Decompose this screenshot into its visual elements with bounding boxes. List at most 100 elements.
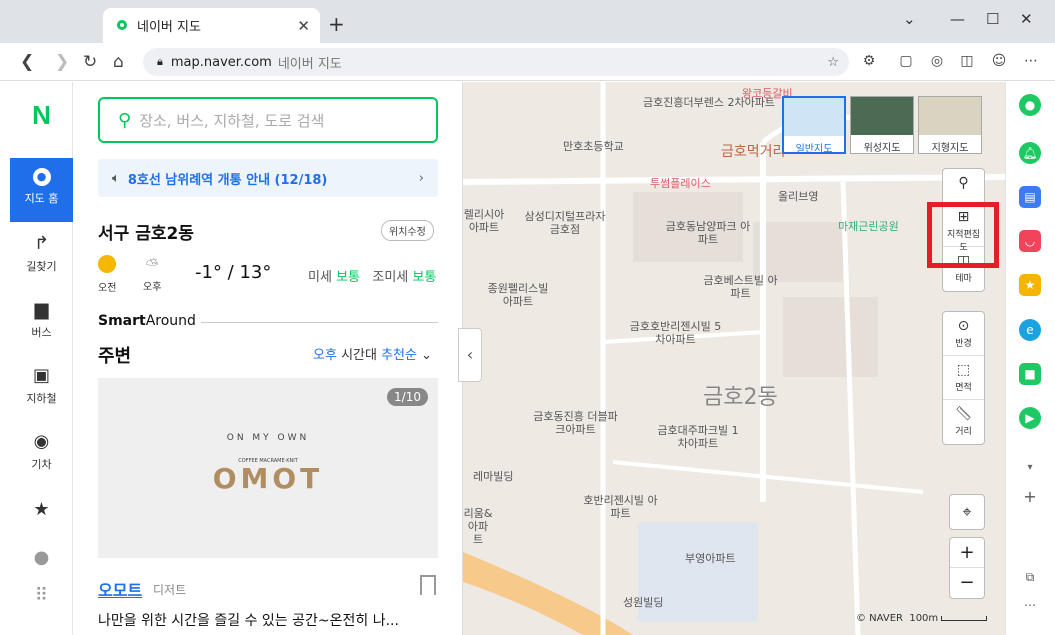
bus-icon: ▆ [34, 299, 49, 320]
map-label[interactable]: 투썸플레이스 [650, 177, 711, 190]
url-bar[interactable]: 🔒︎ map.naver.com 네이버 지도 ☆ [143, 48, 849, 76]
tool-area[interactable]: ⬚ 면적 [943, 356, 984, 400]
map-label[interactable]: 호반리젠시빌 아파트 [583, 494, 658, 520]
minimize-icon[interactable]: — [950, 10, 965, 28]
shopping-bag-icon[interactable]: ▤ [1019, 186, 1041, 208]
map-label[interactable]: 금호동남양파크 아파트 [663, 220, 753, 246]
star-app-icon[interactable]: ★ [1019, 274, 1041, 296]
zoom-in-button[interactable]: + [950, 538, 984, 568]
nav-item-map-home[interactable]: ● 지도 홈 [10, 158, 73, 222]
map-label[interactable]: 삼성디지털프라자 금호점 [520, 210, 610, 236]
add-icon[interactable]: + [1019, 486, 1041, 508]
forward-icon[interactable]: ❯ [55, 52, 69, 72]
nav-item-favorites[interactable]: ★ [10, 494, 73, 524]
notice-banner[interactable]: 🔈︎ 8호선 남위례역 개통 안내 (12/18) › [98, 159, 438, 197]
place-description: 나만을 위한 시간을 즐길 수 있는 공간~온전히 나... [98, 613, 399, 629]
temp-high: 13° [239, 262, 272, 283]
profile-icon[interactable]: ☺ [990, 53, 1008, 71]
screenshot-icon[interactable]: ◎ [928, 53, 946, 71]
sort-mid: 시간대 [341, 348, 377, 363]
browser-sidebar: ● 🔔︎ ▤ ◡ ★ e ■ ▶ ▾ + ⧉ ⋯ [1005, 82, 1055, 635]
map-label[interactable]: 리움& 아파트 [463, 507, 493, 546]
more-options-icon[interactable]: ⋯ [1019, 594, 1041, 616]
map-label[interactable]: 올리브영 [778, 190, 818, 203]
map-label[interactable]: 금호대주파크빌 1차아파트 [653, 424, 743, 450]
window-close-icon[interactable]: ✕ [1020, 10, 1033, 28]
new-tab-icon[interactable]: + [328, 12, 345, 36]
map-label[interactable]: 렐리시아 아파트 [463, 208, 505, 234]
nav-item-directions[interactable]: ↱ 길찾기 [10, 224, 73, 288]
open-external-icon[interactable]: ⧉ [1019, 566, 1041, 588]
close-tab-icon[interactable]: ✕ [297, 17, 310, 35]
chevron-down-icon[interactable]: ▾ [1019, 457, 1041, 479]
user-icon: ● [33, 547, 50, 568]
home-icon[interactable]: ⌂ [113, 52, 124, 72]
edge-icon[interactable]: e [1019, 319, 1041, 341]
bookmark-icon[interactable] [420, 575, 436, 595]
pocket-icon[interactable]: ◡ [1019, 230, 1041, 252]
map-label[interactable]: 부영아파트 [685, 552, 736, 565]
map-canvas[interactable]: 금호진흥더부렌스 2차아파트 만호초등학교 금호먹거리 투썸플레이스 올리브영 … [463, 82, 1005, 635]
map-label[interactable]: 금호먹거리 [721, 145, 785, 159]
map-label[interactable]: 성원빌딩 [623, 596, 663, 609]
split-view-icon[interactable]: ◫ [958, 53, 976, 71]
fix-location-button[interactable]: 위치수정 [381, 220, 434, 241]
nav-item-profile[interactable]: ● [10, 542, 73, 572]
chat-app-icon[interactable]: ■ [1019, 363, 1041, 385]
weather-am-label: 오전 [98, 283, 117, 294]
map-footer: © NAVER 100m [856, 613, 988, 624]
favorite-star-icon[interactable]: ☆ [827, 55, 839, 70]
collapse-panel-button[interactable]: ‹ [458, 328, 482, 382]
chevron-down-icon: ⌄ [421, 348, 433, 363]
tool-radius[interactable]: ⊙ 반경 [943, 312, 984, 356]
notification-bell-icon[interactable]: 🔔︎ [1019, 142, 1041, 164]
map-label[interactable]: 금호동진흥 더블파크아파트 [533, 410, 618, 436]
extensions-icon[interactable]: ⚙ [860, 53, 878, 71]
map-label[interactable]: 금호베스트빌 아파트 [703, 274, 778, 300]
map-label[interactable]: 만호초등학교 [563, 140, 624, 153]
place-category: 디저트 [153, 583, 187, 597]
nav-item-train[interactable]: ◉ 기차 [10, 422, 73, 486]
map-type-normal[interactable]: 일반지도 [782, 96, 846, 155]
tab-search-icon[interactable]: ⌄ [903, 10, 916, 28]
temp-low: -1° [195, 262, 222, 283]
zoom-out-button[interactable]: − [950, 568, 984, 598]
nav-item-subway[interactable]: ▣ 지하철 [10, 356, 73, 420]
browser-tab[interactable]: 네이버 지도 ✕ [103, 8, 320, 43]
tool-distance[interactable]: 📏︎ 거리 [943, 400, 984, 444]
nav-item-bus[interactable]: ▆ 버스 [10, 290, 73, 354]
screencast-icon[interactable]: ▢ [897, 53, 915, 71]
tool-label: 거리 [955, 427, 972, 437]
svg-text:ON MY OWN: ON MY OWN [227, 433, 310, 443]
play-icon[interactable]: ▶ [1019, 407, 1041, 429]
map-type-satellite[interactable]: 위성지도 [850, 96, 914, 154]
map-type-terrain[interactable]: 지형지도 [918, 96, 982, 154]
nav-item-more[interactable]: ⠿ [10, 580, 73, 610]
sidebar-app-icon[interactable]: ● [1019, 94, 1041, 116]
search-input[interactable]: ⚲ 장소, 버스, 지하철, 도로 검색 [98, 97, 438, 143]
current-location-button[interactable]: ⌖ [949, 494, 985, 530]
weather-pm: ⛅︎ 오후 [143, 255, 161, 293]
reload-icon[interactable]: ↻ [83, 52, 97, 72]
dust-status: 미세 보통 조미세 보통 [308, 266, 436, 285]
tool-label: 반경 [955, 339, 972, 349]
browser-tab-bar: 네이버 지도 ✕ + ⌄ — ☐ ✕ [0, 0, 1055, 43]
scale-bar [941, 615, 988, 621]
map-label[interactable]: 금호호반리젠시빌 5차아파트 [628, 320, 723, 346]
map-label[interactable]: 마재근린공원 [838, 220, 899, 233]
naver-logo[interactable]: N [10, 100, 73, 131]
back-icon[interactable]: ❮ [20, 52, 34, 72]
nav-label: 길찾기 [26, 260, 57, 273]
ultra-dust-value: 보통 [412, 270, 437, 285]
place-card-image[interactable]: 1/10 ON MY OWN COFFEE MACRAME·KNIT OMOT [98, 378, 438, 558]
tool-street-view[interactable]: ⚲ [943, 169, 984, 203]
maximize-icon[interactable]: ☐ [986, 10, 999, 28]
nav-label: 지도 홈 [24, 192, 59, 205]
more-menu-icon[interactable]: ⋯ [1022, 53, 1040, 71]
map-label[interactable]: 종원펠리스빌 아파트 [483, 282, 553, 308]
sort-dropdown[interactable]: 오후 시간대 추천순 ⌄ [313, 344, 432, 363]
map-label[interactable]: 레마빌딩 [473, 470, 513, 483]
district-label: 금호2동 [703, 385, 778, 410]
place-name-link[interactable]: 오모트 [98, 577, 142, 601]
crosshair-icon: ⌖ [962, 502, 972, 521]
